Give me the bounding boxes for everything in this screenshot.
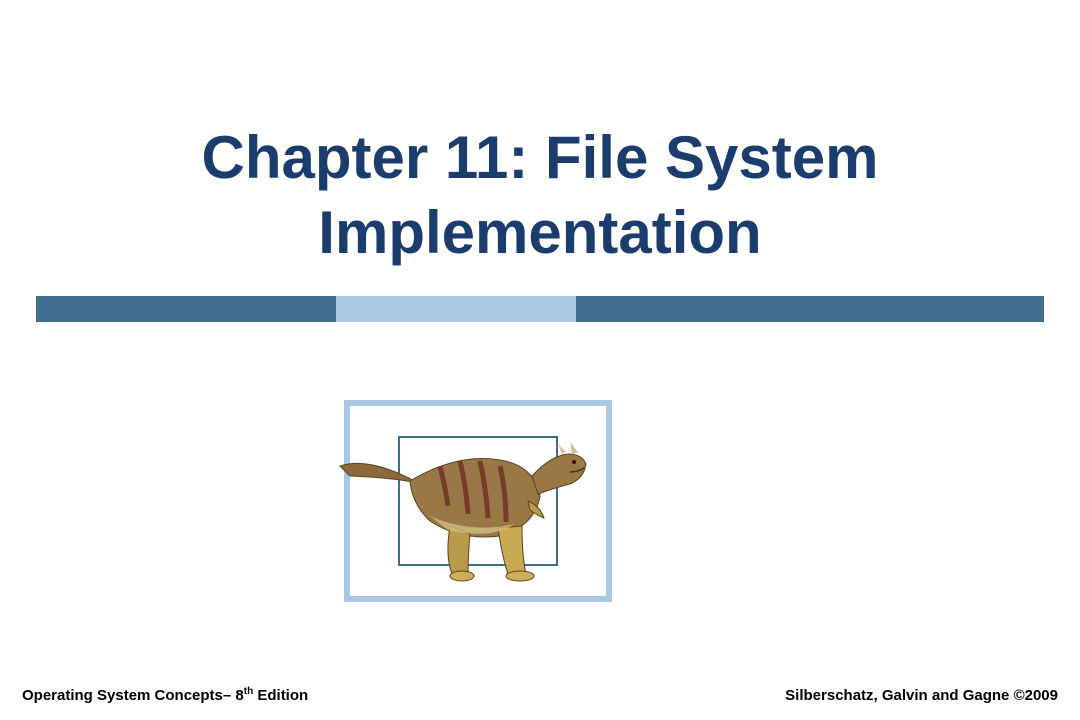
slide-title: Chapter 11: File System Implementation [0,120,1080,270]
divider-segment-dark-left [36,296,336,322]
title-divider-bar [36,296,1044,322]
divider-segment-dark-right [576,296,1044,322]
image-inset-border [398,436,558,566]
dinosaur-icon [330,406,610,586]
title-line-2: Implementation [318,199,761,266]
title-line-1: Chapter 11: File System [202,124,879,191]
divider-segment-light [336,296,576,322]
footer-book-sup: th [244,686,253,697]
footer-credits: Silberschatz, Galvin and Gagne ©2009 [785,687,1058,704]
slide-footer: Operating System Concepts– 8th Edition S… [22,686,1058,704]
footer-book-suffix: Edition [253,687,308,704]
footer-book-prefix: Operating System Concepts– 8 [22,687,244,704]
footer-book-title: Operating System Concepts– 8th Edition [22,686,308,704]
image-frame [344,400,612,602]
